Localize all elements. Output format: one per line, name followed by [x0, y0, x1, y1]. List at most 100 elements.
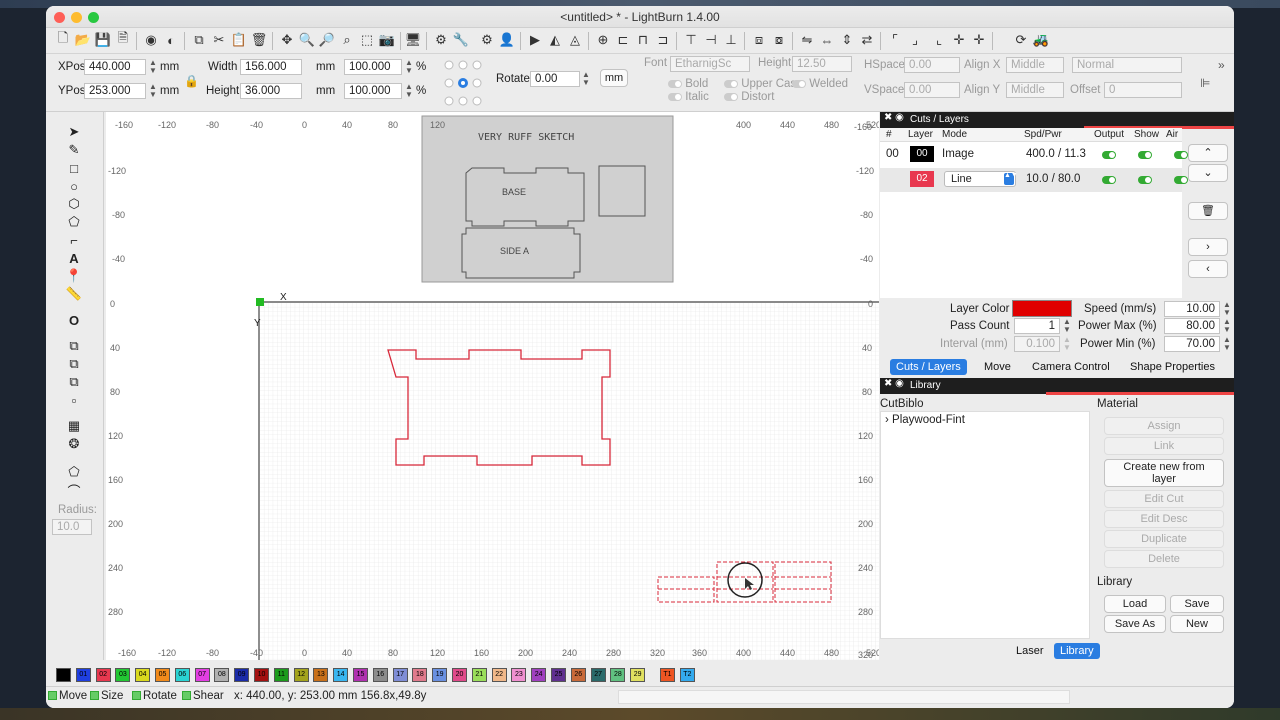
delete-button[interactable]: Delete	[1104, 550, 1224, 568]
table-row[interactable]: 00 00 Image 400.0 / 11.3	[880, 144, 1188, 166]
output-toggle[interactable]	[1102, 176, 1116, 184]
flip-icon[interactable]: ⇄	[858, 31, 876, 49]
palette-swatch-22[interactable]: 22	[491, 668, 507, 682]
ellipse-tool-icon[interactable]: ○	[65, 178, 83, 194]
device-settings-icon[interactable]: ⚙	[478, 31, 496, 49]
distort-checkbox[interactable]: Distort	[724, 91, 774, 103]
vspace-input[interactable]: 0.00	[904, 82, 960, 98]
rectangle-tool-icon[interactable]: □	[65, 160, 83, 176]
speed-input[interactable]: 10.00	[1164, 301, 1220, 317]
tab-camera-control[interactable]: Camera Control	[1026, 359, 1116, 375]
zoom-out-icon[interactable]: 🔎	[318, 31, 336, 49]
palette-swatch-24[interactable]: 24	[531, 668, 547, 682]
align-bottom-icon[interactable]: ⊥	[722, 31, 740, 49]
distribute-h-icon[interactable]: ⧈	[750, 31, 768, 49]
width-input[interactable]: 156.000	[240, 59, 302, 75]
interval-input[interactable]: 0.100	[1014, 336, 1060, 352]
table-row[interactable]: 02 Line ▲▼ 10.0 / 80.0	[880, 168, 1188, 192]
palette-swatch-17[interactable]: 17	[392, 668, 408, 682]
align-x-select[interactable]: Middle	[1006, 57, 1064, 73]
tab-tool-icon[interactable]: ⬠	[65, 464, 83, 480]
bold-checkbox[interactable]: Bold	[668, 78, 708, 90]
pass-count-input[interactable]: 1	[1014, 318, 1060, 334]
palette-swatch-19[interactable]: 19	[432, 668, 448, 682]
tab-cuts-layers[interactable]: Cuts / Layers	[890, 359, 967, 375]
air-toggle[interactable]	[1174, 151, 1188, 159]
save-as-button[interactable]: Save As	[1104, 615, 1166, 633]
height-scale-spinner[interactable]: ▲ ▼	[404, 83, 414, 99]
palette-swatch-05[interactable]: 05	[155, 668, 170, 682]
copy-icon[interactable]: ⧉	[190, 31, 208, 49]
lock-icon[interactable]: 🔒	[184, 74, 199, 88]
palette-swatch-03[interactable]: 03	[115, 668, 131, 682]
import-icon[interactable]: ◉	[142, 31, 160, 49]
paste-icon[interactable]: 📋	[230, 31, 248, 49]
palette-swatch-29[interactable]: 29	[630, 668, 646, 682]
upper-case-checkbox[interactable]: Upper Case	[724, 78, 803, 90]
corner-tl-icon[interactable]: ⌜	[886, 31, 904, 49]
welded-checkbox[interactable]: Welded	[792, 78, 848, 90]
align-vcenter-icon[interactable]: ⊣	[702, 31, 720, 49]
palette-swatch-02[interactable]: 02	[95, 668, 111, 682]
move-checkbox[interactable]: Move	[48, 690, 87, 702]
make-same-width-icon[interactable]: ⇔	[818, 31, 836, 49]
power-min-input[interactable]: 70.00	[1164, 336, 1220, 352]
show-toggle[interactable]	[1138, 151, 1152, 159]
palette-swatch-06[interactable]: 06	[174, 668, 190, 682]
text-tool-icon[interactable]: A	[65, 250, 83, 266]
make-same-height-icon[interactable]: ⇕	[838, 31, 856, 49]
delete-icon[interactable]: 🗑	[250, 31, 268, 49]
zoom-fit-icon[interactable]: ⌕	[338, 31, 356, 49]
edit-cut-button[interactable]: Edit Cut	[1104, 490, 1224, 508]
pan-icon[interactable]: ✥	[278, 31, 296, 49]
pass-count-spinner[interactable]: ▲ ▼	[1062, 318, 1072, 334]
height-scale-input[interactable]: 100.000	[344, 83, 402, 99]
tab-library[interactable]: Library	[1054, 643, 1100, 659]
align-hcenter-icon[interactable]: ⊓	[634, 31, 652, 49]
output-toggle[interactable]	[1102, 151, 1116, 159]
design-canvas[interactable]: -160 -160 -120 -80 -40 0 40 80 120 400 4…	[106, 112, 879, 660]
palette-swatch-18[interactable]: 18	[412, 668, 428, 682]
panel-toggle-icon[interactable]: ⊫	[1200, 76, 1210, 90]
create-from-layer-button[interactable]: Create new from layer	[1104, 459, 1224, 487]
palette-swatch-12[interactable]: 12	[293, 668, 309, 682]
link-button[interactable]: Link	[1104, 437, 1224, 455]
user-icon[interactable]: 👤	[498, 31, 516, 49]
ruler-tool-icon[interactable]: 📏	[65, 286, 83, 302]
measure-corner-icon[interactable]: ⌐	[65, 232, 83, 248]
load-button[interactable]: Load	[1104, 595, 1166, 613]
show-toggle[interactable]	[1138, 176, 1152, 184]
corner-radius-icon[interactable]: ⌒	[65, 482, 83, 499]
open-folder-icon[interactable]: 📂	[74, 31, 92, 49]
palette-swatch-T1[interactable]: T1	[660, 668, 675, 682]
tab-move[interactable]: Move	[978, 359, 1017, 375]
layer-color-swatch[interactable]	[1012, 300, 1072, 317]
text-mode-select[interactable]: Normal	[1072, 57, 1182, 73]
rubber-band-icon[interactable]: ◭	[546, 31, 564, 49]
save-as-icon[interactable]: 🗎	[114, 30, 132, 49]
tools-wrench-icon[interactable]: 🔧	[452, 31, 470, 49]
palette-swatch-28[interactable]: 28	[610, 668, 626, 682]
align-right-icon[interactable]: ⊐	[654, 31, 672, 49]
overflow-chevron-icon[interactable]: »	[1218, 58, 1225, 72]
speed-spinner[interactable]: ▲ ▼	[1222, 301, 1232, 317]
palette-swatch-09[interactable]: 09	[234, 668, 250, 682]
monitor-icon[interactable]: 🖥	[404, 31, 422, 49]
polygon-tool-icon[interactable]: ⬡	[65, 196, 83, 212]
align-left-icon[interactable]: ⊏	[614, 31, 632, 49]
edit-nodes-pencil-icon[interactable]: ✎	[65, 142, 83, 158]
palette-swatch-00[interactable]: 00	[56, 668, 71, 682]
width-scale-spinner[interactable]: ▲ ▼	[404, 59, 414, 75]
new-button[interactable]: New	[1170, 615, 1224, 633]
palette-swatch-10[interactable]: 10	[254, 668, 269, 682]
save-file-icon[interactable]: 💾	[94, 31, 112, 49]
width-scale-input[interactable]: 100.000	[344, 59, 402, 75]
export-icon[interactable]: ◐	[162, 31, 180, 49]
palette-swatch-27[interactable]: 27	[590, 668, 606, 682]
move-layer-down-button[interactable]: ⌄	[1188, 164, 1228, 182]
duplicate-button[interactable]: Duplicate	[1104, 530, 1224, 548]
power-max-spinner[interactable]: ▲ ▼	[1222, 318, 1232, 334]
font-height-input[interactable]: 12.50	[792, 56, 852, 72]
save-button[interactable]: Save	[1170, 595, 1224, 613]
settings-gear-icon[interactable]: ⚙	[432, 31, 450, 49]
